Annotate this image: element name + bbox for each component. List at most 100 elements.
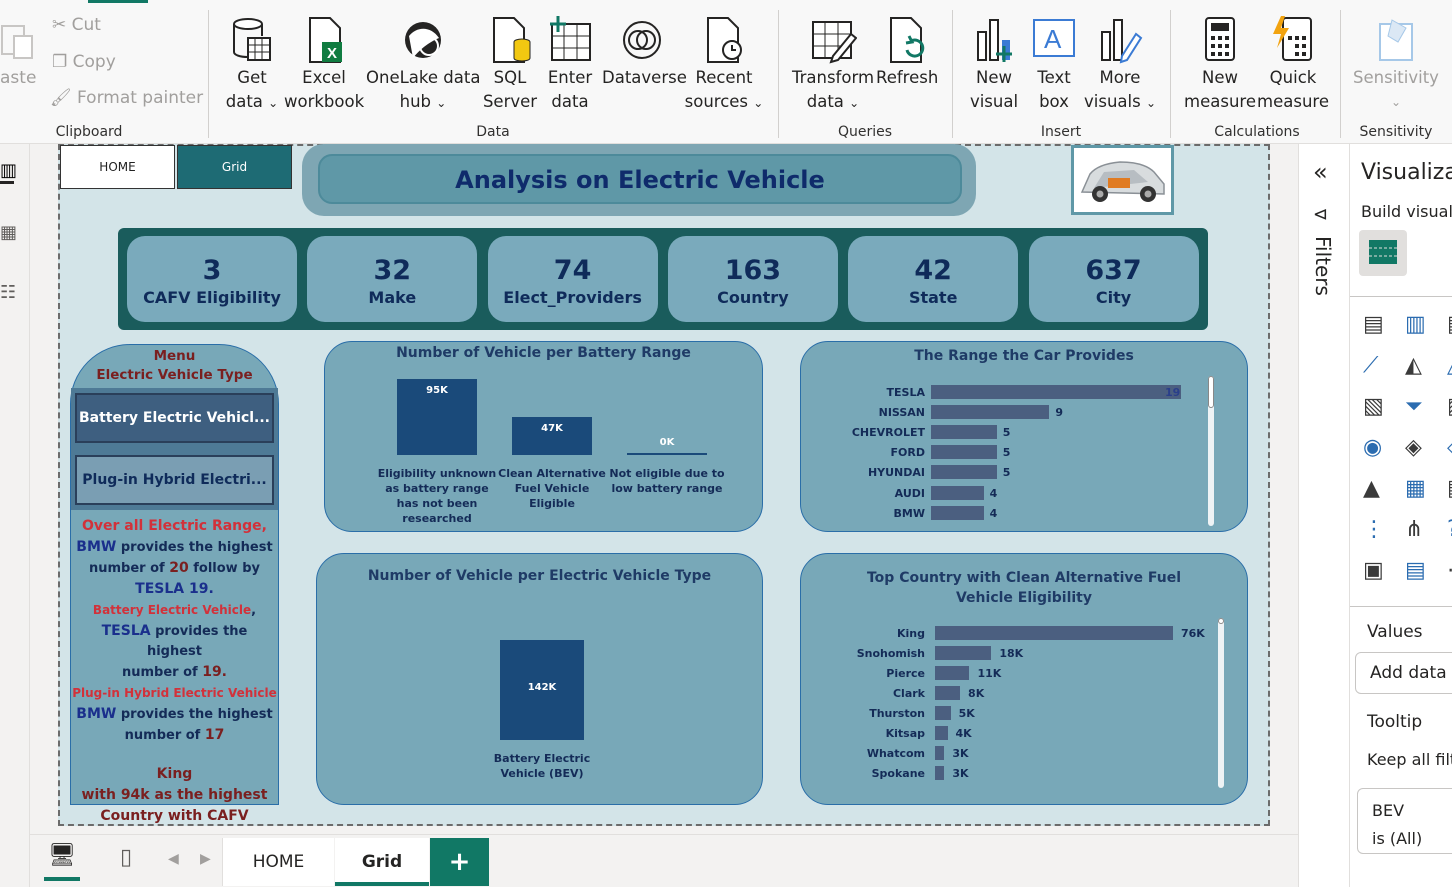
chart-car-range[interactable]: The Range the Car Provides TESLA 19 NISSAN… xyxy=(800,341,1248,532)
slicer-icon[interactable]: ▦ xyxy=(1405,476,1431,502)
waterfall-icon[interactable]: ▨ xyxy=(1447,394,1452,420)
paste-button[interactable]: aste xyxy=(0,14,40,94)
keep-filters-toggle-label[interactable]: Keep all filt xyxy=(1367,750,1452,769)
chart-top-country[interactable]: Top Country with Clean Alternative Fuel … xyxy=(800,553,1248,805)
decomposition-tree-icon[interactable]: ⋔ xyxy=(1405,517,1431,543)
chevron-down-icon: ⌄ xyxy=(436,96,447,110)
sql-server-button[interactable]: SQL Server xyxy=(482,16,538,114)
excel-workbook-button[interactable]: X Excel workbook xyxy=(284,16,364,114)
stacked-bar-icon[interactable]: ▤ xyxy=(1363,312,1389,338)
data-label: 0K xyxy=(659,437,675,448)
category-label: AUDI xyxy=(894,486,925,500)
category-label: FORD xyxy=(890,446,925,460)
kpi-icon[interactable]: ▲ xyxy=(1363,476,1389,502)
mobile-layout-icon[interactable]: ▯ xyxy=(120,845,132,870)
ribbon-chart-icon[interactable]: ▧ xyxy=(1363,394,1389,420)
data-label: 95K xyxy=(426,385,448,396)
enter-data-button[interactable]: Enter data xyxy=(540,16,600,114)
text-box-button[interactable]: A Text box xyxy=(1026,16,1082,114)
model-view-icon[interactable]: ☷ xyxy=(0,282,16,303)
area-chart-icon[interactable]: ◭ xyxy=(1405,353,1431,379)
calculator-icon xyxy=(1205,17,1235,61)
onelake-hub-button[interactable]: OneLake data hub ⌄ xyxy=(366,16,480,115)
category-label: Clark xyxy=(892,687,925,700)
data-label: 19 xyxy=(1165,386,1181,399)
page-tab-grid[interactable]: Grid xyxy=(335,838,429,886)
chart-ev-type[interactable]: Number of Vehicle per Electric Vehicle T… xyxy=(316,553,763,805)
filled-map-icon[interactable]: ◈ xyxy=(1405,435,1431,461)
data-label: 8K xyxy=(968,687,985,700)
column-chart-icon[interactable]: ▥ xyxy=(1405,312,1431,338)
more-visuals-button[interactable]: More visuals ⌄ xyxy=(1084,16,1156,115)
card-icon[interactable]: ▣ xyxy=(1363,558,1389,584)
clustered-bar-icon[interactable]: ▦ xyxy=(1447,312,1452,338)
more-icon[interactable]: ⋯ xyxy=(1447,558,1452,584)
car-image xyxy=(1071,145,1174,215)
refresh-button[interactable]: Refresh xyxy=(876,16,938,90)
transform-data-button[interactable]: Transform data ⌄ xyxy=(790,16,876,115)
table-view-icon[interactable]: ▦ xyxy=(0,222,17,243)
format-painter-button[interactable]: 🖌 Format painter xyxy=(50,88,203,108)
bar xyxy=(931,425,997,440)
page-tab-home[interactable]: HOME xyxy=(222,838,334,886)
shape-map-icon[interactable]: ◇ xyxy=(1447,435,1452,461)
tooltip-label: Tooltip xyxy=(1367,712,1423,732)
add-page-button[interactable]: + xyxy=(430,838,489,886)
slicer-plugin-hybrid[interactable]: Plug-in Hybrid Electri... xyxy=(75,455,274,505)
category-label: HYUNDAI xyxy=(867,466,925,480)
next-page-icon[interactable]: ▶ xyxy=(200,851,211,867)
category-label: Pierce xyxy=(886,667,925,680)
funnel-icon[interactable]: ⏷ xyxy=(1405,394,1431,420)
kpi-card: 637 City xyxy=(1028,236,1199,322)
filter-card-bev[interactable]: BEV is (All) xyxy=(1357,788,1452,854)
category-label: Snohomish xyxy=(856,647,925,660)
stacked-area-icon[interactable]: ◮ xyxy=(1447,353,1452,379)
key-influencers-icon[interactable]: ⋮ xyxy=(1363,517,1389,543)
slicer-battery-electric[interactable]: Battery Electric Vehicl... xyxy=(75,393,274,443)
new-measure-button[interactable]: New measure xyxy=(1184,16,1256,114)
prev-page-icon[interactable]: ◀ xyxy=(168,851,179,867)
desktop-layout-icon[interactable]: 🖥 xyxy=(44,843,80,881)
report-view-icon[interactable]: ▥ xyxy=(0,162,17,184)
copy-icon: ❐ xyxy=(52,52,68,72)
sensitivity-label-icon xyxy=(1379,19,1413,61)
kpi-value: 163 xyxy=(724,255,782,286)
kpi-card: 163 Country xyxy=(667,236,838,322)
line-chart-icon[interactable]: ⟋ xyxy=(1363,353,1389,379)
bar xyxy=(935,626,1173,640)
kpi-value: 42 xyxy=(914,255,952,286)
qa-icon[interactable]: ? xyxy=(1447,517,1452,543)
table-plus-icon xyxy=(550,16,591,61)
scrollbar[interactable] xyxy=(1218,618,1224,788)
bar xyxy=(931,445,997,460)
right-panes: « ⊲ Filters Visualiza Build visual ▤▥▦⟋◭… xyxy=(1298,144,1452,887)
data-label: 3K xyxy=(952,767,969,780)
get-data-button[interactable]: Get data ⌄ xyxy=(222,16,282,115)
scrollbar[interactable] xyxy=(1208,376,1214,526)
group-label-calculations: Calculations xyxy=(1214,124,1300,140)
copy-button[interactable]: ❐ Copy xyxy=(52,52,116,72)
quick-measure-button[interactable]: Quick measure xyxy=(1256,16,1330,114)
kpi-value: 32 xyxy=(373,255,412,286)
new-visual-button[interactable]: New visual xyxy=(966,16,1022,114)
onelake-icon xyxy=(405,22,441,58)
kpi-card: 74 Elect_Providers xyxy=(487,236,658,322)
smart-narrative-icon[interactable]: ▤ xyxy=(1405,558,1431,584)
data-label: 5K xyxy=(958,707,975,720)
map-icon[interactable]: ◉ xyxy=(1363,435,1389,461)
sensitivity-button[interactable]: Sensitivity ⌄ xyxy=(1352,16,1440,114)
data-label: 5 xyxy=(1002,446,1011,460)
dataverse-button[interactable]: Dataverse xyxy=(602,16,687,90)
chart-title: The Range the Car Provides xyxy=(914,348,1134,364)
insight-notes: Over all Electric Range, BMW provides th… xyxy=(72,518,277,824)
chart-battery-range[interactable]: Number of Vehicle per Battery Range 95K E… xyxy=(324,341,763,532)
values-add-data-well[interactable]: Add data f xyxy=(1355,652,1452,694)
nav-home-button[interactable]: HOME xyxy=(60,145,175,189)
data-label: 4K xyxy=(955,727,972,740)
nav-grid-button[interactable]: Grid xyxy=(177,145,292,189)
table-icon[interactable]: ▤ xyxy=(1447,476,1452,502)
dataverse-icon xyxy=(623,21,661,59)
cut-button[interactable]: ✂ Cut xyxy=(52,15,101,35)
kpi-value: 74 xyxy=(553,255,592,286)
recent-sources-button[interactable]: Recent sources ⌄ xyxy=(684,16,764,115)
